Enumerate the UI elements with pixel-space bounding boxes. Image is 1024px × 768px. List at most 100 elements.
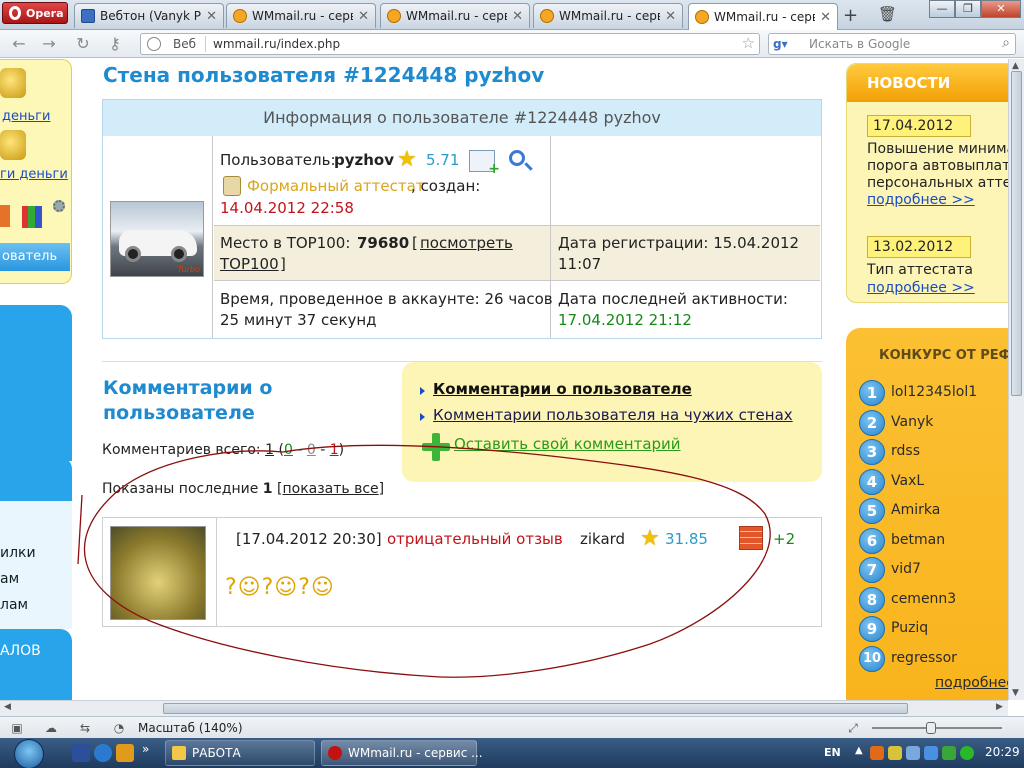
comments-total[interactable]: 1 (265, 442, 274, 458)
forward-arrow-icon[interactable]: → (38, 34, 60, 54)
more-icon[interactable]: » (142, 742, 149, 756)
new-tab-icon[interactable]: + (843, 5, 858, 26)
show-all-link[interactable]: показать все (282, 481, 378, 497)
contest-entry-name[interactable]: vid7 (891, 561, 921, 577)
contest-entry-name[interactable]: lol12345lol1 (891, 384, 977, 400)
tray-app-icon[interactable] (870, 746, 884, 760)
left-menu-item[interactable]: лам (0, 597, 28, 613)
tab-wmmail-1[interactable]: WMmail.ru - серви... ✕ (226, 3, 376, 28)
comment-author[interactable]: zikard (580, 530, 625, 548)
tab-wmmail-active[interactable]: WMmail.ru - серви... ✕ (688, 3, 838, 30)
view-top100-link[interactable]: посмотреть (420, 234, 513, 252)
vertical-scrollbar[interactable]: ▲ ▼ (1008, 59, 1024, 700)
zoom-slider[interactable] (872, 727, 1002, 729)
tab-vebton[interactable]: Вебтон (Vanyk Par... ✕ (74, 3, 224, 28)
scroll-up-icon[interactable]: ▲ (1012, 61, 1019, 71)
earn-money-link-2[interactable]: ги деньги (0, 167, 68, 182)
language-indicator[interactable]: EN (824, 746, 841, 759)
close-icon[interactable]: ✕ (206, 9, 217, 24)
opera-menu-button[interactable]: Opera (2, 2, 68, 24)
scroll-down-icon[interactable]: ▼ (1012, 688, 1019, 698)
ie-icon[interactable] (94, 744, 112, 762)
contest-entry-name[interactable]: regressor (891, 650, 957, 666)
scroll-thumb[interactable] (163, 703, 908, 714)
contest-more-link[interactable]: подробнее (935, 675, 1008, 691)
contest-entry-name[interactable]: betman (891, 532, 945, 548)
tray-app-icon[interactable] (906, 746, 920, 760)
avatar[interactable]: Turbo (110, 201, 204, 277)
user-button[interactable]: ователь (0, 243, 70, 271)
comments-about-user-link[interactable]: Комментарии о пользователе (433, 380, 692, 398)
panel-toggle-icon[interactable]: ▣ (10, 721, 24, 735)
taskbar-opera-button[interactable]: WMmail.ru - сервис ... (321, 740, 483, 766)
contest-entry-name[interactable]: Puziq (891, 620, 928, 636)
close-icon[interactable]: ✕ (512, 9, 523, 24)
add-comment-icon[interactable] (422, 433, 450, 461)
comments-negative[interactable]: 1 (330, 442, 339, 458)
comments-by-user-link[interactable]: Комментарии пользователя на чужих стенах (433, 406, 793, 424)
last-activity-value: 17.04.2012 21:12 (558, 311, 692, 329)
media-icon[interactable] (116, 744, 134, 762)
divider (550, 225, 551, 338)
left-menu-item[interactable]: илки (0, 545, 36, 561)
speed-dial-icon[interactable]: ◔ (112, 721, 126, 735)
contest-entry-name[interactable]: Vanyk (891, 414, 933, 430)
scroll-right-icon[interactable]: ▶ (996, 702, 1003, 712)
news-more-link[interactable]: подробнее >> (867, 280, 975, 296)
contest-entry-name[interactable]: VaxL (891, 473, 924, 489)
avatar[interactable] (110, 526, 206, 620)
search-icon[interactable]: ⌕ (1002, 35, 1010, 51)
mail-add-icon[interactable] (469, 150, 500, 177)
attestat-label[interactable]: Формальный аттестат (247, 177, 425, 195)
google-icon[interactable]: g▾ (773, 37, 788, 51)
news-header: НОВОСТИ (847, 64, 1008, 102)
close-icon[interactable]: ✕ (358, 9, 369, 24)
scroll-thumb[interactable] (1011, 71, 1022, 396)
clock[interactable]: 20:29 (985, 745, 1020, 759)
window-close-button[interactable]: ✕ (981, 0, 1021, 18)
earn-money-link[interactable]: деньги (2, 109, 50, 124)
tray-app-icon[interactable] (942, 746, 956, 760)
network-icon[interactable] (924, 746, 938, 760)
icq-icon[interactable] (960, 746, 974, 760)
reload-icon[interactable]: ↻ (72, 34, 94, 54)
close-icon[interactable]: ✕ (665, 9, 676, 24)
left-menu-item[interactable]: ам (0, 571, 19, 587)
search-input[interactable]: g▾ Искать в Google ⌕ (768, 33, 1016, 55)
dash: - (320, 442, 326, 458)
start-button[interactable] (14, 739, 44, 768)
left-menu-title[interactable]: АЛОВ (0, 643, 41, 659)
tab-wmmail-3[interactable]: WMmail.ru - серви... ✕ (533, 3, 683, 28)
cloud-icon[interactable]: ☁ (44, 721, 58, 735)
scroll-left-icon[interactable]: ◀ (4, 702, 11, 712)
contest-entry-name[interactable]: Amirka (891, 502, 940, 518)
horizontal-scrollbar[interactable]: ◀ ▶ (0, 700, 1008, 716)
tab-wmmail-2[interactable]: WMmail.ru - серви... ✕ (380, 3, 530, 28)
back-arrow-icon[interactable]: ← (8, 34, 30, 54)
close-icon[interactable]: ✕ (820, 10, 831, 25)
quicklaunch-icon[interactable] (72, 744, 90, 762)
tray-app-icon[interactable] (888, 746, 902, 760)
comments-neutral[interactable]: 0 (307, 442, 316, 458)
taskbar-folder-button[interactable]: РАБОТА (165, 740, 315, 766)
wall-icon[interactable] (739, 526, 763, 550)
news-more-link[interactable]: подробнее >> (867, 192, 975, 208)
search-user-icon[interactable] (509, 150, 525, 166)
key-icon[interactable]: ⚷ (104, 34, 126, 54)
contest-entry-name[interactable]: rdss (891, 443, 920, 459)
trash-icon[interactable]: 🗑 (878, 5, 897, 23)
zoom-slider-knob[interactable] (926, 722, 936, 734)
bookmark-star-icon[interactable]: ☆ (742, 34, 755, 52)
comments-positive[interactable]: 0 (284, 442, 293, 458)
url-text[interactable]: wmmail.ru/index.php (213, 37, 340, 51)
view-top100-link-2[interactable]: TOP100 (220, 255, 279, 273)
zoom-fit-icon[interactable]: ⤢ (846, 721, 860, 735)
tray-expand-icon[interactable]: ▲ (855, 745, 863, 756)
maximize-button[interactable]: ❐ (955, 0, 981, 18)
leave-comment-link[interactable]: Оставить свой комментарий (454, 435, 681, 453)
username[interactable]: pyzhov (334, 151, 394, 169)
minimize-button[interactable]: — (929, 0, 955, 18)
contest-entry-name[interactable]: cemenn3 (891, 591, 956, 607)
share-icon[interactable]: ⇆ (78, 721, 92, 735)
address-field[interactable]: Веб wmmail.ru/index.php ☆ (140, 33, 760, 55)
